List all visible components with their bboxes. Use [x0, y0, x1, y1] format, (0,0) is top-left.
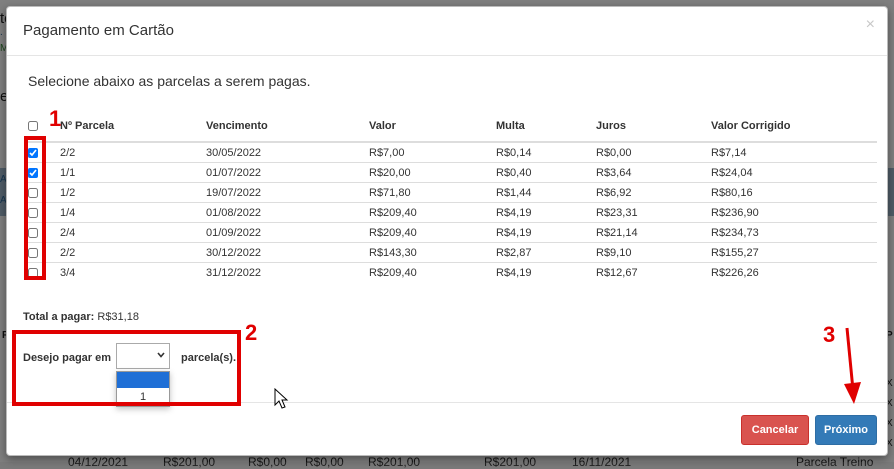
annotation-number: 3: [823, 322, 836, 347]
cell-multa: R$2,87: [492, 242, 592, 263]
close-icon[interactable]: ×: [866, 16, 875, 34]
cell-vencimento: 30/12/2022: [202, 242, 365, 263]
cell-multa: R$0,14: [492, 141, 592, 163]
cell-valor: R$209,40: [365, 202, 492, 223]
next-button[interactable]: Próximo: [815, 415, 877, 445]
cell-valor: R$209,40: [365, 222, 492, 243]
cell-vencimento: 01/09/2022: [202, 222, 365, 243]
cell-corrigido: R$155,27: [707, 242, 877, 263]
cell-multa: R$4,19: [492, 262, 592, 282]
cell-juros: R$0,00: [592, 141, 707, 163]
column-header[interactable]: Valor Corrigido: [707, 111, 877, 143]
column-header[interactable]: Nº Parcela: [56, 111, 202, 143]
cell-vencimento: 01/08/2022: [202, 202, 365, 223]
cell-parcela: 1/1: [56, 162, 202, 183]
cell-corrigido: R$24,04: [707, 162, 877, 183]
cell-corrigido: R$234,73: [707, 222, 877, 243]
table-row[interactable]: 2/2 30/05/2022 R$7,00 R$0,14 R$0,00 R$7,14: [24, 141, 877, 163]
annotation-arrow-icon: [844, 327, 861, 404]
cell-corrigido: R$80,16: [707, 182, 877, 203]
cell-vencimento: 19/07/2022: [202, 182, 365, 203]
modal-header: Pagamento em Cartão ×: [7, 7, 887, 56]
cell-multa: R$1,44: [492, 182, 592, 203]
cell-parcela: 3/4: [56, 262, 202, 282]
total-to-pay: Total a pagar: R$31,18: [23, 311, 139, 323]
cell-vencimento: 01/07/2022: [202, 162, 365, 183]
table-row[interactable]: 1/1 01/07/2022 R$20,00 R$0,40 R$3,64 R$24,04: [24, 162, 877, 183]
cell-juros: R$6,92: [592, 182, 707, 203]
column-header[interactable]: Multa: [492, 111, 592, 143]
cell-corrigido: R$226,26: [707, 262, 877, 282]
select-all-checkbox[interactable]: [28, 121, 38, 132]
cell-vencimento: 30/05/2022: [202, 141, 365, 163]
cell-parcela: 2/2: [56, 242, 202, 263]
cell-corrigido: R$236,90: [707, 202, 877, 223]
cell-valor: R$209,40: [365, 262, 492, 282]
cell-juros: R$3,64: [592, 162, 707, 183]
mouse-pointer-icon: [274, 388, 289, 409]
table-row[interactable]: 2/2 30/12/2022 R$143,30 R$2,87 R$9,10 R$155,2…: [24, 242, 877, 263]
annotation-box-checkboxes: [24, 136, 46, 280]
cell-valor: R$143,30: [365, 242, 492, 263]
cell-parcela: 2/4: [56, 222, 202, 243]
cell-parcela: 2/2: [56, 141, 202, 163]
cell-parcela: 1/2: [56, 182, 202, 203]
cell-valor: R$71,80: [365, 182, 492, 203]
total-value: R$31,18: [97, 311, 139, 323]
cell-multa: R$4,19: [492, 202, 592, 223]
total-label: Total a pagar:: [23, 311, 95, 323]
cell-juros: R$12,67: [592, 262, 707, 282]
annotation-number: 1: [49, 106, 62, 131]
column-header[interactable]: Juros: [592, 111, 707, 143]
table-row[interactable]: 2/4 01/09/2022 R$209,40 R$4,19 R$21,14 R$234,…: [24, 222, 877, 243]
cell-multa: R$4,19: [492, 222, 592, 243]
column-header[interactable]: Valor: [365, 111, 492, 143]
annotation-box-select: [12, 330, 241, 406]
table-header-row: Nº Parcela Vencimento Valor Multa Juros …: [24, 111, 877, 143]
installments-table: Nº Parcela Vencimento Valor Multa Juros …: [24, 111, 877, 282]
cell-juros: R$21,14: [592, 222, 707, 243]
cell-vencimento: 31/12/2022: [202, 262, 365, 282]
instructions-text: Selecione abaixo as parcelas a serem pag…: [28, 73, 311, 89]
cell-corrigido: R$7,14: [707, 141, 877, 163]
cell-valor: R$20,00: [365, 162, 492, 183]
annotation-number: 2: [245, 320, 258, 345]
column-header[interactable]: Vencimento: [202, 111, 365, 143]
table-row[interactable]: 1/2 19/07/2022 R$71,80 R$1,44 R$6,92 R$80,16: [24, 182, 877, 203]
cell-parcela: 1/4: [56, 202, 202, 223]
modal-title: Pagamento em Cartão: [23, 22, 174, 39]
cell-valor: R$7,00: [365, 141, 492, 163]
table-row[interactable]: 1/4 01/08/2022 R$209,40 R$4,19 R$23,31 R$236,…: [24, 202, 877, 223]
cancel-button[interactable]: Cancelar: [741, 415, 809, 445]
cell-juros: R$9,10: [592, 242, 707, 263]
table-row[interactable]: 3/4 31/12/2022 R$209,40 R$4,19 R$12,67 R$226,…: [24, 262, 877, 282]
cell-juros: R$23,31: [592, 202, 707, 223]
cell-multa: R$0,40: [492, 162, 592, 183]
